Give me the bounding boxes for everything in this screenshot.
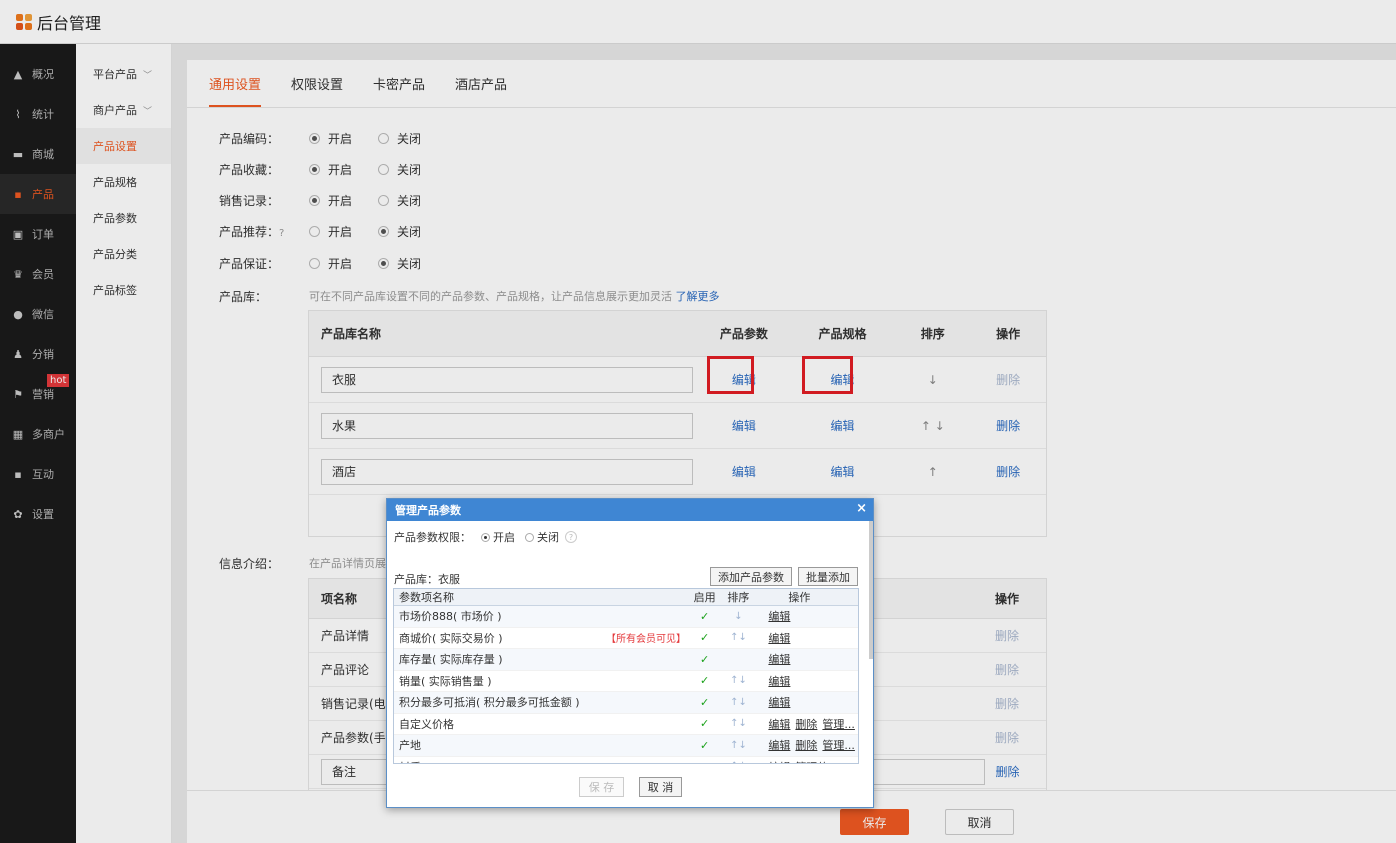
check-icon[interactable]: ✓: [693, 696, 717, 709]
param-op-link[interactable]: 删除: [795, 718, 817, 731]
param-op-link[interactable]: 编辑: [768, 718, 790, 731]
param-op-link[interactable]: 编辑: [768, 739, 790, 752]
check-icon[interactable]: ✓: [693, 631, 717, 644]
sort-arrows-icon[interactable]: ↑↓: [717, 740, 761, 751]
param-op-link[interactable]: 删除: [795, 739, 817, 752]
add-param-button[interactable]: 添加产品参数: [710, 567, 792, 586]
check-icon[interactable]: ✓: [693, 674, 717, 687]
sort-arrows-icon[interactable]: ↑↓: [717, 632, 761, 643]
param-row: 库存量( 实际库存量 ) ✓ 编辑: [394, 649, 858, 671]
param-op-link[interactable]: 管理值: [795, 761, 828, 763]
param-op-link[interactable]: 编辑: [768, 653, 790, 666]
param-row: 材质✓↑↓编辑管理值: [394, 757, 858, 763]
check-icon[interactable]: ✓: [693, 610, 717, 623]
param-table: 参数项名称 启用 排序 操作 市场价888( 市场价 ) ✓ ↓ 编辑 商城价( 实际交…: [393, 588, 859, 764]
check-icon[interactable]: ✓: [693, 717, 717, 730]
dialog-library-label: 产品库：衣服: [394, 573, 460, 586]
param-row: 市场价888( 市场价 ) ✓ ↓ 编辑: [394, 606, 858, 628]
param-op-link[interactable]: 管理...: [822, 739, 855, 752]
scrollbar[interactable]: [869, 521, 873, 659]
param-op-link[interactable]: 编辑: [768, 632, 790, 645]
dialog-save-button: 保 存: [579, 777, 624, 797]
param-permission-row: 产品参数权限： 开启 关闭 ?: [394, 529, 577, 545]
dialog-title: 管理产品参数: [387, 499, 873, 521]
radio-on[interactable]: 开启: [481, 529, 515, 545]
param-row: 产地 ✓ ↑↓ 编辑 删除 管理...: [394, 735, 858, 757]
param-row: 自定义价格 ✓ ↑↓ 编辑 删除 管理...: [394, 714, 858, 735]
dialog-cancel-button[interactable]: 取 消: [639, 777, 682, 797]
param-op-link[interactable]: 编辑: [768, 761, 790, 763]
param-op-link[interactable]: 编辑: [768, 675, 790, 688]
help-icon[interactable]: ?: [565, 531, 577, 543]
check-icon[interactable]: ✓: [693, 653, 717, 666]
param-op-link[interactable]: 编辑: [768, 696, 790, 709]
batch-add-button[interactable]: 批量添加: [798, 567, 858, 586]
manage-params-dialog: 管理产品参数 × 产品参数权限： 开启 关闭 ? 产品库：衣服 添加产品参数 批…: [386, 498, 874, 808]
sort-arrows-icon[interactable]: ↑↓: [717, 675, 761, 686]
sort-arrows-icon[interactable]: ↑↓: [717, 761, 761, 763]
param-row: 积分最多可抵消( 积分最多可抵金额 ) ✓ ↑↓ 编辑: [394, 692, 858, 714]
param-op-link[interactable]: 编辑: [768, 610, 790, 623]
visibility-note: 【所有会员可见】: [606, 633, 686, 645]
close-icon[interactable]: ×: [856, 501, 867, 516]
param-op-link[interactable]: 管理...: [822, 718, 855, 731]
sort-arrows-icon[interactable]: ↑↓: [717, 697, 761, 708]
sort-arrows-icon[interactable]: ↓: [717, 611, 761, 622]
table-header: 参数项名称 启用 排序 操作: [394, 589, 858, 606]
param-row: 商城价( 实际交易价 ) 【所有会员可见】 ✓ ↑↓ 编辑: [394, 628, 858, 649]
check-icon[interactable]: ✓: [693, 760, 717, 763]
radio-off[interactable]: 关闭: [525, 529, 559, 545]
check-icon[interactable]: ✓: [693, 739, 717, 752]
param-row: 销量( 实际销售量 ) ✓ ↑↓ 编辑: [394, 671, 858, 692]
sort-arrows-icon[interactable]: ↑↓: [717, 718, 761, 729]
